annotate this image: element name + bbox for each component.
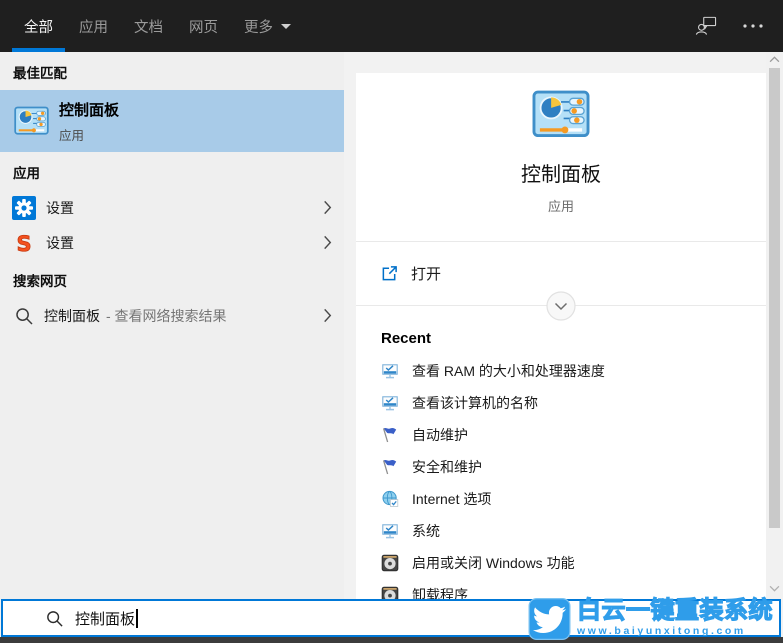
vertical-scrollbar[interactable] [766,52,783,600]
details-panel: 控制面板 应用 打开 Recent 查看 RAM 的大小和处理器速度 查看该计算… [356,73,766,600]
disc-icon [381,586,399,600]
scroll-down-icon[interactable] [769,585,780,592]
recent-item-label: 查看该计算机的名称 [412,395,538,411]
search-icon [14,306,34,326]
app-hero: 控制面板 应用 [356,73,766,241]
recent-item-label: 卸载程序 [412,587,468,600]
s-logo-icon: S [12,231,36,255]
expand-more-button[interactable] [546,291,576,321]
bird-logo-icon [527,598,572,640]
filter-tab[interactable]: 全部 [12,0,65,52]
web-search-query: 控制面板 [44,307,100,324]
recent-section: Recent 查看 RAM 的大小和处理器速度 查看该计算机的名称 自动维护 安… [356,330,766,600]
recent-item-label: 安全和维护 [412,459,482,475]
scroll-up-icon[interactable] [769,56,780,63]
app-result-row[interactable]: S 设置 [0,225,344,260]
filter-tab[interactable]: 文档 [134,0,163,52]
open-external-icon [381,265,398,282]
topbar-icons [695,0,783,52]
filter-tab-label: 应用 [79,19,108,36]
filter-tab-label: 全部 [24,19,53,36]
app-results-list: 设置 S 设置 [0,190,344,260]
filter-tab-label: 文档 [134,19,163,36]
filter-tab[interactable]: 网页 [189,0,218,52]
chevron-right-icon[interactable] [323,200,332,215]
recent-item-label: 自动维护 [412,427,468,443]
watermark-title: 白云一键重装系统 [576,596,773,624]
recent-item[interactable]: 查看该计算机的名称 [381,387,766,419]
recent-item-label: Internet 选项 [412,491,492,507]
control-panel-icon [532,90,590,139]
results-panel: 最佳匹配 控制面板 应用 应用 设置 S 设置 搜索网页 控制面板 - 查看网络… [0,52,344,600]
search-filter-bar: 全部 应用 文档 网页 更多 [0,0,783,52]
recent-list: 查看 RAM 的大小和处理器速度 查看该计算机的名称 自动维护 安全和维护 In… [381,355,766,600]
control-panel-icon [14,106,49,136]
search-input-value: 控制面板 [75,610,136,628]
app-result-row[interactable]: 设置 [0,190,344,225]
apps-section-header: 应用 [13,166,40,181]
chevron-right-icon[interactable] [323,235,332,250]
best-match-header: 最佳匹配 [13,66,67,81]
app-result-label: 设置 [46,199,74,216]
filter-tab-label: 更多 [244,19,273,36]
chevron-down-icon [281,23,291,29]
recent-item-label: 系统 [412,523,440,539]
flag-icon [381,426,399,444]
scrollbar-thumb[interactable] [769,68,780,528]
web-section-header: 搜索网页 [13,274,67,289]
monitor-icon [381,522,399,540]
ellipsis-icon[interactable] [743,24,763,28]
app-result-label: 设置 [46,234,74,251]
search-icon [45,609,64,628]
recent-item-label: 启用或关闭 Windows 功能 [412,555,575,571]
monitor-icon [381,394,399,412]
web-search-suffix: - 查看网络搜索结果 [106,307,227,324]
recent-item[interactable]: 启用或关闭 Windows 功能 [381,547,766,579]
app-title: 控制面板 [521,164,601,186]
recent-item-label: 查看 RAM 的大小和处理器速度 [412,363,605,379]
app-subtitle: 应用 [547,199,574,214]
globe-icon [381,490,399,508]
windows-search-panel: 全部 应用 文档 网页 更多 最佳匹配 控制面板 应用 应用 设置 S 设置 搜… [0,0,783,643]
flag-icon [381,458,399,476]
recent-item[interactable]: Internet 选项 [381,483,766,515]
recent-item[interactable]: 查看 RAM 的大小和处理器速度 [381,355,766,387]
feedback-icon[interactable] [695,16,717,36]
watermark-url: www.baiyunxitong.com [577,625,746,638]
filter-tab-label: 网页 [189,19,218,36]
chevron-right-icon[interactable] [323,308,332,323]
best-match-result[interactable]: 控制面板 应用 [0,90,344,152]
filter-tabs: 全部 应用 文档 网页 更多 [0,0,317,52]
monitor-icon [381,362,399,380]
web-search-row[interactable]: 控制面板 - 查看网络搜索结果 [0,298,344,333]
divider [356,291,766,321]
recent-item[interactable]: 自动维护 [381,419,766,451]
svg-text:S: S [16,232,31,255]
text-caret [136,608,138,628]
disc-icon [381,554,399,572]
open-action-label: 打开 [411,266,442,283]
watermark: 白云一键重装系统 www.baiyunxitong.com [527,596,773,640]
filter-tab[interactable]: 更多 [244,0,291,52]
recent-item[interactable]: 系统 [381,515,766,547]
gear-tile-icon [12,195,36,220]
best-match-title: 控制面板 [59,101,120,119]
best-match-subtitle: 应用 [59,128,85,143]
filter-tab[interactable]: 应用 [79,0,108,52]
recent-item[interactable]: 安全和维护 [381,451,766,483]
recent-header: Recent [381,330,432,347]
